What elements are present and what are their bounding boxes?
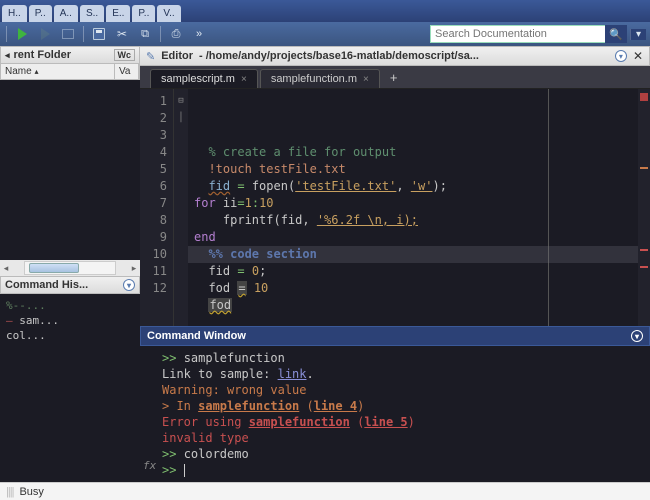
more-button[interactable]: » [189, 25, 209, 43]
print-button[interactable]: ⎙ [166, 25, 186, 43]
toolstrip-tab[interactable]: P.. [29, 5, 52, 22]
command-window-panel: Command Window ▾ fx >> samplefunctionLin… [140, 326, 650, 482]
editor-path: - /home/andy/projects/base16-matlab/demo… [199, 50, 609, 62]
toolstrip-tab[interactable]: S.. [80, 5, 104, 22]
col-value[interactable]: Va [115, 64, 139, 79]
collapse-toolstrip[interactable]: ▾ [630, 29, 646, 40]
command-window-body[interactable]: fx >> samplefunctionLink to sample: link… [140, 346, 650, 482]
wrap-toggle[interactable]: Wc [114, 49, 136, 61]
editor-menu-icon[interactable]: ▾ [615, 50, 627, 62]
err-tick[interactable] [640, 249, 648, 251]
doc-search-input[interactable] [430, 25, 605, 43]
run-advance-button[interactable] [35, 25, 55, 43]
save-button[interactable] [89, 25, 109, 43]
right-margin [548, 89, 549, 326]
left-column: ◂ rent Folder Wc Name ▴ Va ◂▸ Command Hi… [0, 46, 140, 482]
err-tick[interactable] [640, 266, 648, 268]
toolstrip-tab[interactable]: H.. [2, 5, 27, 22]
command-history-title[interactable]: Command His... ▾ [0, 276, 140, 294]
code-text[interactable]: % create a file for output !touch testFi… [188, 89, 638, 326]
code-area[interactable]: 123456789101112 ⊟│ % create a file for o… [140, 89, 650, 326]
current-folder-title[interactable]: ◂ rent Folder Wc [0, 46, 140, 64]
toolstrip-tab[interactable]: A.. [54, 5, 78, 22]
status-grip[interactable]: |||| [6, 486, 13, 498]
file-tab[interactable]: samplescript.m× [150, 69, 258, 88]
file-tab-bar: samplescript.m×samplefunction.m×+ [140, 66, 650, 89]
doc-search-go[interactable]: 🔍 [605, 25, 627, 43]
current-folder-label: rent Folder [14, 49, 71, 61]
cw-menu-icon[interactable]: ▾ [631, 330, 643, 342]
fold-column[interactable]: ⊟│ [174, 89, 188, 326]
toolstrip-tab[interactable]: V.. [157, 5, 180, 22]
message-bar[interactable] [638, 89, 650, 326]
close-icon[interactable]: × [363, 74, 369, 85]
doc-search: 🔍 [430, 25, 627, 43]
file-tab[interactable]: samplefunction.m× [260, 69, 380, 88]
cut-button[interactable]: ✂ [112, 25, 132, 43]
error-indicator[interactable] [640, 93, 648, 101]
status-text: Busy [19, 486, 43, 498]
copy-button[interactable]: ⧉ [135, 25, 155, 43]
step-button[interactable] [58, 25, 78, 43]
fx-icon[interactable]: fx [143, 458, 156, 474]
editor-panel: ✎ Editor - /home/andy/projects/base16-ma… [140, 46, 650, 326]
close-icon[interactable]: × [241, 74, 247, 85]
panel-menu-icon[interactable]: ▾ [123, 279, 135, 291]
add-tab-button[interactable]: + [382, 69, 406, 88]
command-window-title[interactable]: Command Window ▾ [140, 326, 650, 346]
run-button[interactable] [12, 25, 32, 43]
col-name[interactable]: Name ▴ [1, 64, 115, 79]
status-bar: |||| Busy [0, 482, 650, 500]
editor-label: Editor [161, 50, 193, 62]
toolstrip-tab[interactable]: E.. [106, 5, 130, 22]
command-history-body[interactable]: %--...— sam... col... [0, 294, 140, 482]
cut-icon: ✂ [117, 27, 127, 41]
current-folder-body[interactable] [0, 80, 140, 260]
hscrollbar[interactable]: ◂▸ [0, 260, 140, 276]
quick-access-toolbar: ✂ ⧉ ⎙ » 🔍 ▾ [0, 22, 650, 46]
editor-close-icon[interactable]: ✕ [633, 49, 643, 63]
toolstrip: H..P..A..S..E..P..V.. [0, 0, 650, 22]
editor-titlebar[interactable]: ✎ Editor - /home/andy/projects/base16-ma… [140, 46, 650, 66]
line-gutter: 123456789101112 [140, 89, 174, 326]
toolstrip-tab[interactable]: P.. [132, 5, 155, 22]
warn-tick[interactable] [640, 167, 648, 169]
current-folder-columns: Name ▴ Va [0, 64, 140, 80]
